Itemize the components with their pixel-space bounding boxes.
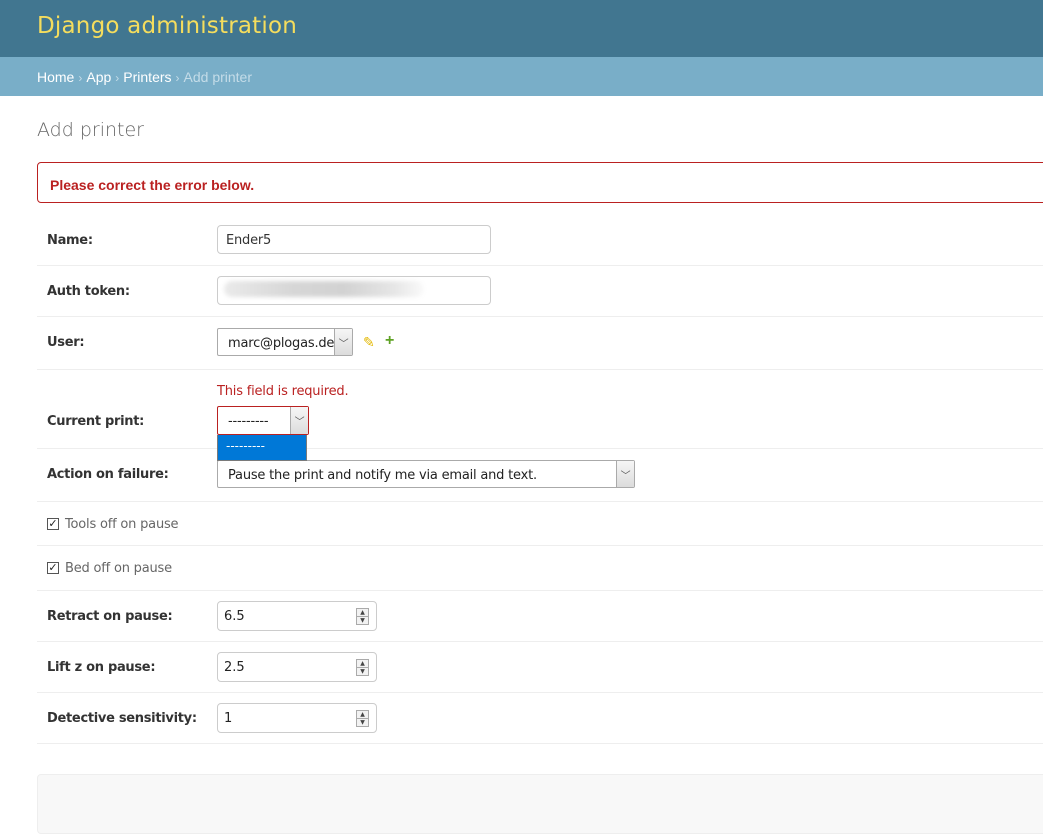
form-row-bed-off-on-pause: ✓ Bed off on pause — [37, 546, 1043, 591]
name-input[interactable]: Ender5 — [217, 225, 491, 254]
breadcrumb-separator: › — [78, 71, 83, 85]
detective-sensitivity-input[interactable]: 1 ▲ ▼ — [217, 703, 377, 733]
site-title[interactable]: Django administration — [37, 13, 297, 39]
current-print-error: This field is required. — [217, 384, 349, 399]
form-row-auth-token: Auth token: — [37, 266, 1043, 317]
bed-off-on-pause-label[interactable]: Bed off on pause — [65, 561, 172, 576]
page-title: Add printer — [37, 119, 144, 141]
breadcrumb-separator: › — [115, 71, 120, 85]
breadcrumb: Home › App › Printers › Add printer — [0, 57, 1043, 96]
breadcrumb-home-link[interactable]: Home — [37, 69, 74, 85]
spin-down-icon[interactable]: ▼ — [357, 616, 368, 624]
spin-down-icon[interactable]: ▼ — [357, 667, 368, 675]
name-label: Name: — [47, 233, 93, 248]
pencil-icon[interactable]: ✎ — [363, 335, 375, 349]
number-spinner[interactable]: ▲ ▼ — [356, 608, 369, 625]
header: Django administration — [0, 0, 1043, 57]
user-label: User: — [47, 335, 85, 350]
detective-sensitivity-label: Detective sensitivity: — [47, 711, 197, 726]
spin-up-icon[interactable]: ▲ — [357, 660, 368, 667]
retract-on-pause-label: Retract on pause: — [47, 609, 173, 624]
action-on-failure-label: Action on failure: — [47, 467, 169, 482]
spin-up-icon[interactable]: ▲ — [357, 711, 368, 718]
retract-on-pause-value: 6.5 — [224, 609, 245, 624]
current-print-label: Current print: — [47, 414, 145, 429]
breadcrumb-printers-link[interactable]: Printers — [123, 69, 171, 85]
form-row-current-print: This field is required. Current print: -… — [37, 370, 1043, 449]
action-on-failure-select[interactable]: Pause the print and notify me via email … — [217, 460, 635, 488]
chevron-down-icon[interactable]: ﹀ — [616, 461, 634, 487]
number-spinner[interactable]: ▲ ▼ — [356, 710, 369, 727]
spin-down-icon[interactable]: ▼ — [357, 718, 368, 726]
lift-z-on-pause-input[interactable]: 2.5 ▲ ▼ — [217, 652, 377, 682]
form-row-name: Name: Ender5 — [37, 215, 1043, 266]
auth-token-label: Auth token: — [47, 284, 130, 299]
form-row-tools-off-on-pause: ✓ Tools off on pause — [37, 502, 1043, 546]
spin-up-icon[interactable]: ▲ — [357, 609, 368, 616]
current-print-select-value: --------- — [228, 414, 269, 429]
current-print-select[interactable]: --------- ﹀ — [217, 406, 309, 435]
name-input-value: Ender5 — [226, 233, 272, 248]
lift-z-on-pause-label: Lift z on pause: — [47, 660, 156, 675]
chevron-down-icon[interactable]: ﹀ — [290, 407, 308, 434]
form-row-action-on-failure: Action on failure: Pause the print and n… — [37, 449, 1043, 502]
dropdown-option-label: --------- — [226, 439, 265, 453]
breadcrumb-current: Add printer — [183, 69, 252, 85]
tools-off-on-pause-checkbox[interactable]: ✓ — [47, 518, 59, 530]
form-row-user: User: marc@plogas.de ﹀ ✎ + — [37, 317, 1043, 370]
auth-token-redacted-value — [224, 281, 424, 297]
detective-sensitivity-value: 1 — [224, 711, 233, 726]
form-row-detective-sensitivity: Detective sensitivity: 1 ▲ ▼ — [37, 693, 1043, 744]
submit-row — [37, 774, 1043, 834]
error-note: Please correct the error below. — [37, 162, 1043, 203]
form-row-retract-on-pause: Retract on pause: 6.5 ▲ ▼ — [37, 591, 1043, 642]
form-row-lift-z-on-pause: Lift z on pause: 2.5 ▲ ▼ — [37, 642, 1043, 693]
auth-token-input[interactable] — [217, 276, 491, 305]
current-print-dropdown-option[interactable]: --------- — [217, 435, 307, 461]
bed-off-on-pause-checkbox[interactable]: ✓ — [47, 562, 59, 574]
plus-icon[interactable]: + — [385, 333, 394, 349]
chevron-down-icon[interactable]: ﹀ — [334, 329, 352, 355]
action-on-failure-value: Pause the print and notify me via email … — [228, 468, 537, 483]
user-select[interactable]: marc@plogas.de ﹀ — [217, 328, 353, 356]
error-note-text: Please correct the error below. — [50, 177, 255, 193]
user-select-value: marc@plogas.de — [228, 336, 335, 351]
retract-on-pause-input[interactable]: 6.5 ▲ ▼ — [217, 601, 377, 631]
lift-z-on-pause-value: 2.5 — [224, 660, 245, 675]
breadcrumb-app-link[interactable]: App — [86, 69, 111, 85]
breadcrumb-separator: › — [175, 71, 180, 85]
number-spinner[interactable]: ▲ ▼ — [356, 659, 369, 676]
tools-off-on-pause-label[interactable]: Tools off on pause — [65, 517, 179, 532]
